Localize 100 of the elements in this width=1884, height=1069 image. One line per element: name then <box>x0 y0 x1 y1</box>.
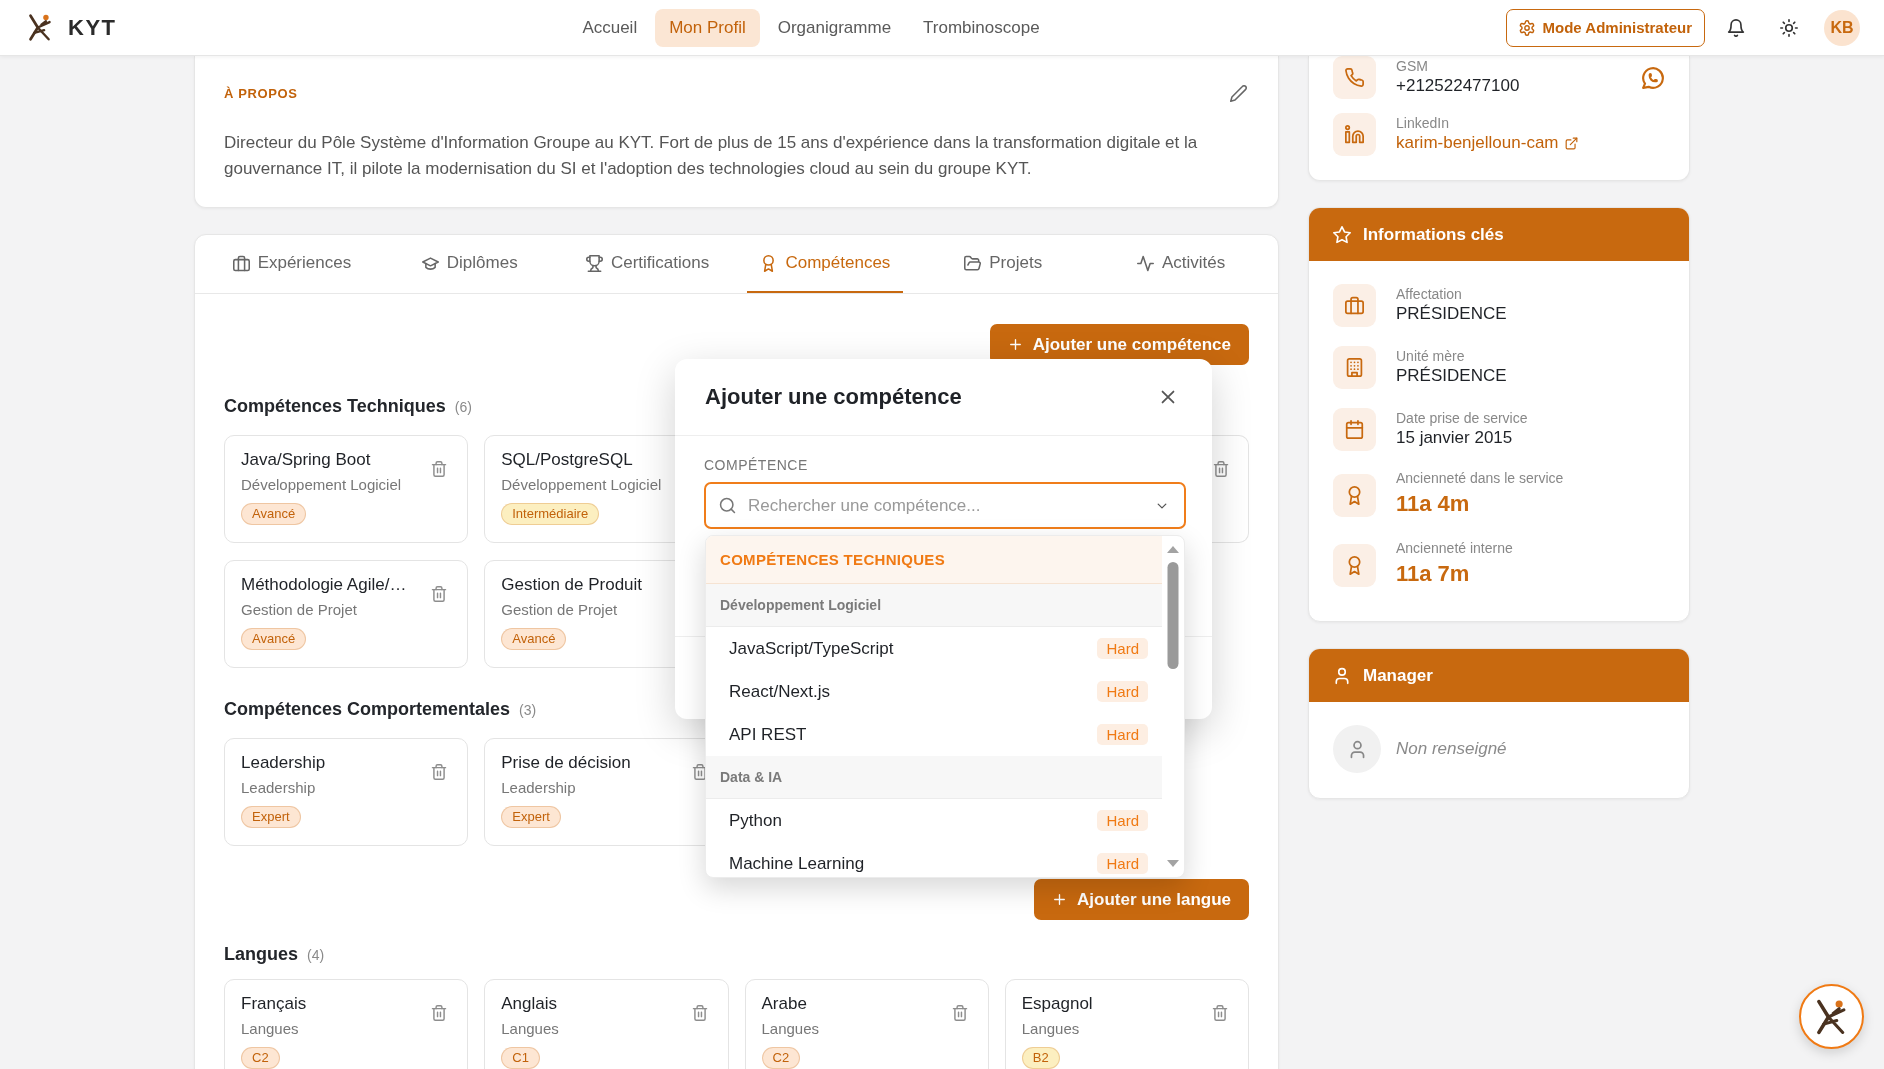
card-title: Manager <box>1363 665 1433 686</box>
building-icon <box>1333 346 1376 389</box>
award-icon <box>1333 474 1376 517</box>
briefcase-icon <box>232 254 250 272</box>
field-label: COMPÉTENCE <box>704 457 809 474</box>
type-tag: Hard <box>1097 853 1148 874</box>
level-badge: C1 <box>501 1047 540 1069</box>
skill-category: Gestion de Projet <box>241 600 358 620</box>
subgroup-header: Développement Logiciel <box>706 584 1162 627</box>
section-label: À PROPOS <box>224 85 298 101</box>
skill-category: Développement Logiciel <box>501 475 663 495</box>
sun-icon[interactable] <box>1780 18 1798 37</box>
level-badge: Avancé <box>241 503 307 525</box>
info-value: 11a 7m <box>1396 560 1471 588</box>
trash-icon[interactable] <box>431 586 448 602</box>
about-text: Directeur du Pôle Système d'Information Groupe au KYT. Fort de plus de 15 ans d'expérience dans la transformation digitale et la gouvernance IT, il pilote la modernisation du SI et l'adoption des technologies cloud au sein du groupe KYT. <box>224 132 1199 180</box>
graduation-cap-icon <box>421 254 439 272</box>
search-field[interactable]: Rechercher une compétence... <box>704 482 1186 529</box>
card-title: Informations clés <box>1363 224 1504 245</box>
skill-category: Langues <box>1021 1019 1081 1039</box>
trash-icon[interactable] <box>691 1005 708 1021</box>
skill-name: Méthodologie Agile/… <box>241 574 408 596</box>
type-tag: Hard <box>1097 638 1148 659</box>
folder-icon <box>964 254 982 272</box>
option-item[interactable]: Python Hard <box>706 799 1162 842</box>
item-count: (4) <box>307 947 325 963</box>
section-title: Compétences Comportementales <box>224 699 511 720</box>
profile-link[interactable]: karim-benjelloun-cam <box>1396 132 1578 154</box>
skill-name: Leadership <box>241 752 327 774</box>
item-count: (6) <box>454 399 472 415</box>
option-item[interactable]: Machine Learning Hard <box>706 842 1162 877</box>
skill-category: Leadership <box>501 778 577 798</box>
info-label: Ancienneté dans le service <box>1396 470 1565 487</box>
info-label: Ancienneté interne <box>1396 540 1514 557</box>
skill-category: Langues <box>241 1019 300 1039</box>
search-icon <box>719 497 736 514</box>
level-badge: C2 <box>761 1047 801 1069</box>
subgroup-header: Data & IA <box>706 756 1162 799</box>
item-count: (3) <box>519 702 537 718</box>
info-label: Date prise de service <box>1396 410 1529 427</box>
skill-name: SQL/PostgreSQL <box>501 449 634 471</box>
person-avatar-icon <box>1333 725 1381 773</box>
pencil-icon[interactable] <box>1230 84 1247 102</box>
skill-name: Anglais <box>501 993 558 1015</box>
trash-icon[interactable] <box>431 1005 448 1021</box>
trash-icon[interactable] <box>951 1005 968 1021</box>
chat-bubble-icon[interactable] <box>1641 65 1665 90</box>
tab[interactable]: Expériences <box>214 235 370 293</box>
info-value: PRÉSIDENCE <box>1396 365 1508 387</box>
calendar-icon <box>1333 408 1376 451</box>
level-badge: Expert <box>241 806 301 828</box>
skill-category: Leadership <box>241 778 317 798</box>
admin-mode-button[interactable]: Mode Administrateur <box>1505 8 1705 47</box>
user-avatar[interactable]: KB <box>1824 9 1860 46</box>
tab[interactable]: Compétences <box>747 235 904 293</box>
manager-value: Non renseigné <box>1396 739 1507 759</box>
option-item[interactable]: API REST Hard <box>706 713 1162 756</box>
gear-icon <box>1518 19 1535 36</box>
add-language-button[interactable]: Ajouter une langue <box>1034 879 1249 920</box>
level-badge: Intermédiaire <box>501 503 600 525</box>
skill-category: Développement Logiciel <box>241 475 403 495</box>
trash-icon[interactable] <box>1213 461 1229 477</box>
nav-link[interactable]: Organigramme <box>763 8 906 47</box>
group-header: COMPÉTENCES TECHNIQUES <box>706 536 1162 584</box>
type-tag: Hard <box>1097 681 1148 702</box>
bell-icon[interactable] <box>1727 18 1745 37</box>
trash-icon[interactable] <box>431 461 448 477</box>
tab[interactable]: Diplômes <box>391 235 548 293</box>
contact-label: LinkedIn <box>1396 115 1450 132</box>
phone-number: +212522477100 <box>1396 75 1521 97</box>
skill-name: Java/Spring Boot <box>241 449 372 471</box>
nav-link[interactable]: Mon Profil <box>655 8 760 47</box>
logo-button[interactable] <box>1799 984 1864 1049</box>
trash-icon[interactable] <box>431 764 448 780</box>
plus-icon <box>1052 892 1068 907</box>
option-item[interactable]: React/Next.js Hard <box>706 670 1162 713</box>
info-value: 11a 4m <box>1396 490 1471 518</box>
info-value: 15 janvier 2015 <box>1396 427 1514 449</box>
skill-category: Gestion de Projet <box>501 600 619 620</box>
section-title: Langues <box>224 944 298 965</box>
activity-icon <box>1136 254 1154 272</box>
type-tag: Hard <box>1097 810 1148 831</box>
nav-link[interactable]: Accueil <box>568 8 652 47</box>
tab[interactable]: Projets <box>925 235 1082 293</box>
info-label: Affectation <box>1396 286 1463 303</box>
skill-category: Langues <box>761 1019 821 1039</box>
tab[interactable]: Activités <box>1103 235 1259 293</box>
trash-icon[interactable] <box>1212 1005 1228 1021</box>
skill-name: Prise de décision <box>501 752 632 774</box>
type-tag: Hard <box>1097 724 1148 745</box>
tab[interactable]: Certifications <box>569 235 726 293</box>
nav-link[interactable]: Trombinoscope <box>909 8 1054 47</box>
level-badge: Avancé <box>501 628 567 650</box>
option-item[interactable]: JavaScript/TypeScript Hard <box>706 627 1162 670</box>
modal-title: Ajouter une compétence <box>705 384 962 410</box>
brand-name: KYT <box>68 14 117 41</box>
phone-icon <box>1333 56 1376 99</box>
plus-icon <box>1007 337 1023 352</box>
star-icon <box>1333 225 1351 244</box>
skill-name: Français <box>241 993 308 1015</box>
